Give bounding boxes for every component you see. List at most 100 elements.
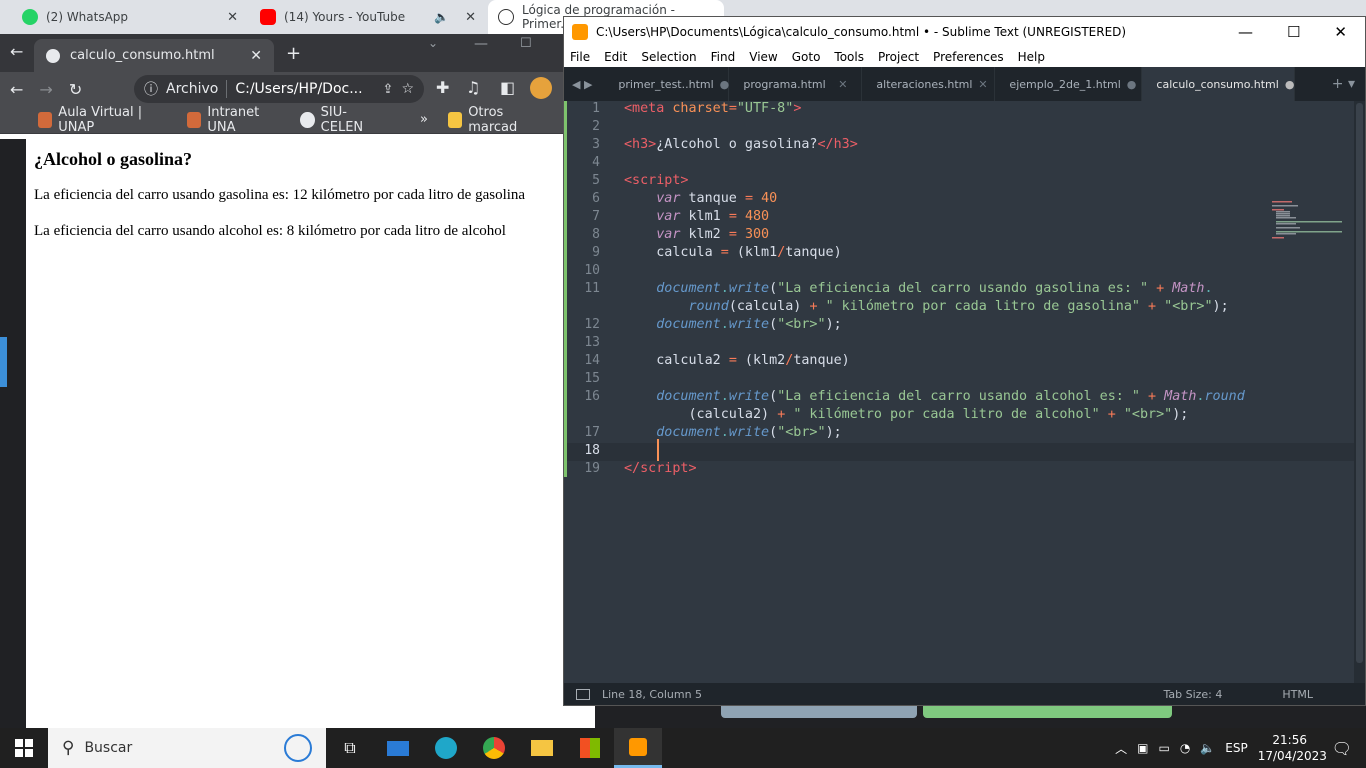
editor-tab[interactable]: ejemplo_2de_1.html ● — [995, 67, 1143, 101]
code-line: calcula2 = (klm2/tanque) — [624, 353, 850, 368]
editor-tab-active[interactable]: calculo_consumo.html ● — [1142, 67, 1296, 101]
audio-icon[interactable]: 🔈 — [434, 10, 449, 24]
clock-date: 17/04/2023 — [1257, 749, 1327, 763]
close-icon[interactable]: ✕ — [838, 78, 847, 91]
bookmark-siu-celen[interactable]: SIU-CELEN — [300, 105, 382, 135]
mail-icon[interactable] — [374, 728, 422, 768]
new-tab-icon[interactable]: + ▾ — [1332, 76, 1365, 92]
text-caret — [657, 439, 659, 461]
tab-whatsapp[interactable]: (2) WhatsApp ✕ — [12, 0, 248, 34]
chrome-active-tab[interactable]: calculo_consumo.html ✕ — [34, 39, 274, 72]
device-icon[interactable]: ▣ — [1137, 741, 1148, 755]
chevron-up-icon[interactable]: ︿ — [1115, 740, 1127, 757]
store-icon[interactable] — [566, 728, 614, 768]
media-icon[interactable]: ♫ — [466, 78, 480, 97]
unsaved-dot-icon[interactable]: ● — [1285, 78, 1295, 91]
menu-view[interactable]: View — [749, 50, 777, 64]
back-arrow-icon[interactable]: ← — [10, 42, 23, 61]
menu-project[interactable]: Project — [878, 50, 919, 64]
tab-scroll-arrows-icon[interactable]: ◀ ▶ — [564, 78, 604, 91]
back-icon[interactable]: ← — [10, 80, 23, 99]
wifi-icon[interactable]: ◔ — [1180, 741, 1190, 755]
syntax-mode[interactable]: HTML — [1282, 688, 1313, 701]
scrollbar-thumb[interactable] — [1356, 103, 1363, 663]
clock[interactable]: 21:56 17/04/2023 — [1257, 732, 1327, 764]
more-bookmarks-icon[interactable]: » — [420, 112, 428, 127]
unsaved-dot-icon[interactable]: ● — [1127, 78, 1137, 91]
editor-tab[interactable]: primer_test..html ● — [604, 67, 730, 101]
volume-icon[interactable]: 🔈 — [1200, 741, 1215, 755]
line-number: 11 — [584, 281, 600, 296]
maximize-icon[interactable]: ☐ — [1287, 23, 1300, 41]
bookmark-label: Intranet UNA — [207, 104, 260, 135]
code-line: calcula = (klm1/tanque) — [624, 245, 842, 260]
minimize-icon[interactable]: — — [1238, 23, 1253, 41]
sidepanel-icon[interactable]: ◧ — [500, 78, 515, 97]
menu-selection[interactable]: Selection — [641, 50, 696, 64]
minimap[interactable] — [1272, 201, 1342, 241]
background-button — [923, 704, 1172, 718]
tab-youtube[interactable]: (14) Yours - YouTube 🔈 ✕ — [250, 0, 486, 34]
code-line: document.write("<br>"); — [656, 317, 842, 332]
menu-file[interactable]: File — [570, 50, 590, 64]
bookmark-intranet[interactable]: Intranet UNA — [187, 105, 282, 135]
editor-tab[interactable]: programa.html ✕ — [729, 67, 863, 101]
close-icon[interactable]: ✕ — [978, 78, 987, 91]
bookmark-aula-virtual[interactable]: Aula Virtual | UNAP — [38, 105, 169, 135]
line-number: 10 — [584, 263, 600, 278]
start-button[interactable] — [0, 728, 48, 768]
vertical-scrollbar[interactable] — [1354, 101, 1365, 683]
tab-label: (14) Yours - YouTube — [284, 10, 406, 24]
unsaved-dot-icon[interactable]: ● — [720, 78, 730, 91]
system-tray: ︿ ▣ ▭ ◔ 🔈 ESP 21:56 17/04/2023 🗨 — [1115, 732, 1366, 764]
battery-icon[interactable]: ▭ — [1158, 741, 1169, 755]
editor-tab[interactable]: alteraciones.html ✕ — [862, 67, 996, 101]
taskbar-search[interactable]: ⚲ Buscar — [48, 728, 326, 768]
minimize-icon[interactable]: — — [474, 36, 488, 52]
code-line: <meta charset="UTF-8"> — [624, 101, 802, 116]
close-icon[interactable]: ✕ — [227, 10, 238, 25]
tab-search-icon[interactable]: ⌄ — [428, 36, 438, 50]
file-explorer-icon[interactable] — [518, 728, 566, 768]
address-bar[interactable]: ⓘ Archivo C:/Users/HP/Doc... ⇪ ☆ — [134, 75, 424, 103]
windows-icon — [15, 739, 33, 757]
bing-icon[interactable] — [284, 734, 312, 762]
menu-find[interactable]: Find — [711, 50, 736, 64]
tab-size[interactable]: Tab Size: 4 — [1163, 688, 1222, 701]
menu-help[interactable]: Help — [1018, 50, 1045, 64]
info-icon[interactable]: ⓘ — [144, 79, 158, 99]
chrome-icon[interactable] — [470, 728, 518, 768]
maximize-icon[interactable]: ☐ — [520, 36, 532, 51]
avatar[interactable] — [530, 77, 552, 99]
tab-label: primer_test..html — [618, 77, 714, 91]
sublime-taskbar-icon[interactable] — [614, 728, 662, 768]
address-scheme: Archivo — [166, 81, 219, 97]
bookmark-other[interactable]: Otros marcad — [447, 105, 547, 135]
menu-goto[interactable]: Goto — [792, 50, 821, 64]
menu-edit[interactable]: Edit — [604, 50, 627, 64]
background-accent — [0, 337, 7, 387]
star-icon[interactable]: ☆ — [401, 81, 414, 97]
line-number: 2 — [592, 119, 600, 134]
share-icon[interactable]: ⇪ — [383, 82, 394, 97]
notifications-icon[interactable]: 🗨 — [1332, 739, 1352, 758]
menu-tools[interactable]: Tools — [834, 50, 864, 64]
reload-icon[interactable]: ↻ — [69, 80, 82, 99]
forward-icon[interactable]: → — [39, 80, 52, 99]
extensions-icon[interactable]: ✚ — [436, 78, 449, 97]
code-line: var klm2 = 300 — [656, 227, 770, 242]
task-view-icon[interactable]: ⧉ — [326, 728, 374, 768]
menu-preferences[interactable]: Preferences — [933, 50, 1004, 64]
language-indicator[interactable]: ESP — [1225, 741, 1247, 755]
close-icon[interactable]: ✕ — [1334, 23, 1347, 41]
line-number: 4 — [592, 155, 600, 170]
line-number: 12 — [584, 317, 600, 332]
edge-icon[interactable] — [422, 728, 470, 768]
cursor-position: Line 18, Column 5 — [602, 687, 703, 701]
panel-toggle-icon[interactable] — [576, 688, 590, 700]
new-tab-button[interactable]: + — [286, 43, 301, 64]
close-icon[interactable]: ✕ — [465, 10, 476, 25]
close-icon[interactable]: ✕ — [250, 48, 262, 64]
line-number: 5 — [592, 173, 600, 188]
code-editor[interactable]: 1 2 3 4 5 6 7 8 9 10 11 12 13 14 15 16 17 18 19 <meta char… — [564, 101, 1354, 683]
